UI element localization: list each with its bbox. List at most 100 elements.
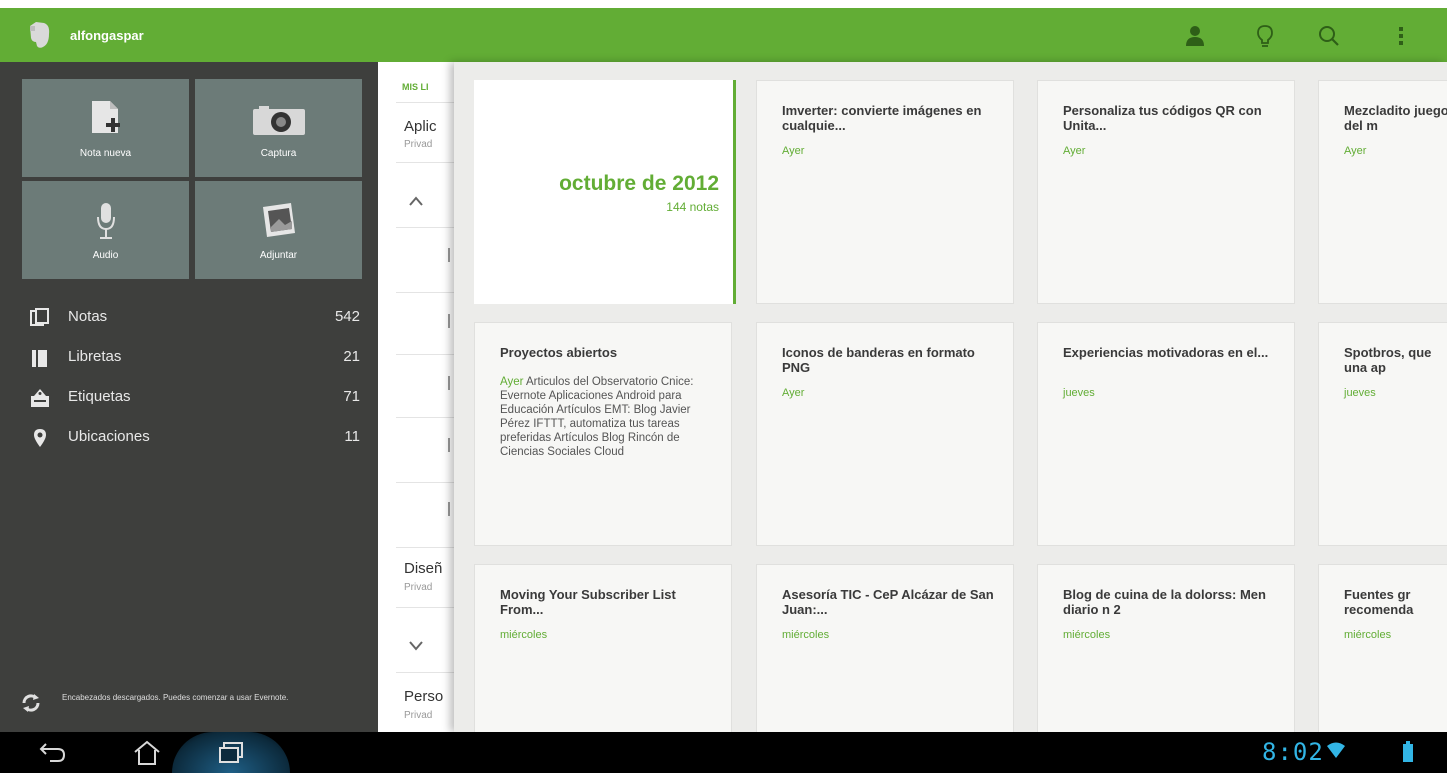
- notebook-title: Perso: [404, 688, 444, 705]
- note-date: Ayer: [782, 145, 805, 157]
- note-date: Ayer: [1063, 145, 1086, 157]
- notes-panel: octubre de 2012 144 notas Imverter: conv…: [454, 62, 1447, 732]
- lightbulb-icon[interactable]: [1250, 21, 1280, 51]
- month-note-count: 144 notas: [666, 200, 719, 214]
- back-icon[interactable]: [38, 740, 68, 766]
- chevron-up-icon[interactable]: [408, 194, 424, 206]
- note-card[interactable]: Personaliza tus códigos QR con Unita... …: [1037, 80, 1295, 304]
- note-card[interactable]: Imverter: convierte imágenes en cualquie…: [756, 80, 1014, 304]
- app-bar: alfongaspar: [0, 0, 1447, 62]
- note-date: miércoles: [782, 629, 830, 641]
- note-card[interactable]: Mezcladito juego del m Ayer: [1318, 80, 1447, 304]
- note-date: Ayer: [1344, 145, 1367, 157]
- notebook-subtitle: Privad: [404, 582, 433, 593]
- note-title: Fuentes gr recomenda: [1344, 587, 1414, 617]
- note-date: miércoles: [1063, 629, 1111, 641]
- note-card[interactable]: Blog de cuina de la dolorss: Men diario …: [1037, 564, 1295, 732]
- divider: [396, 482, 454, 483]
- note-title: Mezcladito juego del m: [1344, 103, 1447, 133]
- audio-label: Audio: [92, 250, 119, 261]
- notebook-title: Aplic: [404, 118, 437, 135]
- note-title: Blog de cuina de la dolorss: Men diario …: [1063, 587, 1266, 617]
- note-card[interactable]: Experiencias motivadoras en el... jueves: [1037, 322, 1295, 546]
- note-card[interactable]: Fuentes gr recomenda miércoles: [1318, 564, 1447, 732]
- home-icon[interactable]: [132, 740, 162, 766]
- notebooks-header: MIS LI: [402, 82, 429, 92]
- divider: [396, 354, 454, 355]
- nav-label-notes: Notas: [68, 308, 108, 325]
- notebook-subtitle: Privad: [404, 139, 433, 150]
- attach-label: Adjuntar: [259, 250, 298, 261]
- note-title: Proyectos abiertos: [500, 345, 618, 360]
- note-date: jueves: [1063, 387, 1095, 399]
- location-pin-icon: [30, 428, 50, 448]
- note-title: Spotbros, que una ap: [1344, 345, 1432, 375]
- audio-note-button[interactable]: Audio: [22, 181, 189, 279]
- note-snippet: Ayer Articulos del Observatorio Cnice: E…: [500, 375, 705, 459]
- nav-count-locations: 11: [344, 428, 360, 445]
- new-note-label: Nota nueva: [79, 148, 132, 159]
- nav-item-tags[interactable]: Etiquetas 71: [30, 384, 360, 414]
- search-icon[interactable]: [1314, 21, 1344, 51]
- scroll-marker: [448, 502, 450, 516]
- nav-item-locations[interactable]: Ubicaciones 11: [30, 424, 360, 454]
- nav-item-notes[interactable]: Notas 542: [30, 304, 360, 334]
- scroll-marker: [448, 248, 450, 262]
- attach-icon: [259, 201, 299, 242]
- overflow-menu-icon[interactable]: [1386, 21, 1416, 51]
- scroll-marker: [448, 438, 450, 452]
- divider: [396, 227, 454, 228]
- nav-item-notebooks[interactable]: Libretas 21: [30, 344, 360, 374]
- note-card[interactable]: Proyectos abiertos Ayer Articulos del Ob…: [474, 322, 732, 546]
- scroll-marker: [448, 376, 450, 390]
- notes-icon: [30, 308, 50, 328]
- notebooks-list: MIS LI Aplic Privad Diseñ Privad Perso P…: [378, 62, 454, 732]
- camera-icon: [251, 105, 307, 140]
- evernote-elephant-icon[interactable]: [26, 20, 52, 50]
- note-title: Iconos de banderas en formato PNG: [782, 345, 975, 375]
- new-note-button[interactable]: Nota nueva: [22, 79, 189, 177]
- wifi-icon: [1326, 742, 1356, 768]
- nav-label-tags: Etiquetas: [68, 388, 131, 405]
- account-icon[interactable]: [1180, 21, 1210, 51]
- divider: [396, 547, 454, 548]
- scroll-marker: [448, 314, 450, 328]
- sidebar: Nota nueva Captura Audio Adjuntar Notas …: [0, 62, 378, 732]
- nav-count-tags: 71: [343, 388, 360, 405]
- nav-label-locations: Ubicaciones: [68, 428, 150, 445]
- battery-icon: [1402, 741, 1432, 767]
- account-name[interactable]: alfongaspar: [70, 28, 144, 43]
- system-navigation-bar: 8:02: [0, 732, 1447, 773]
- note-date: jueves: [1344, 387, 1376, 399]
- note-date: Ayer: [500, 376, 524, 388]
- note-title: Asesoría TIC - CeP Alcázar de San Juan:.…: [782, 587, 994, 617]
- camera-capture-button[interactable]: Captura: [195, 79, 362, 177]
- nav-count-notebooks: 21: [343, 348, 360, 365]
- month-group-header[interactable]: octubre de 2012 144 notas: [474, 80, 736, 304]
- attach-button[interactable]: Adjuntar: [195, 181, 362, 279]
- note-card[interactable]: Asesoría TIC - CeP Alcázar de San Juan:.…: [756, 564, 1014, 732]
- chevron-down-icon[interactable]: [408, 638, 424, 651]
- note-card[interactable]: Spotbros, que una ap jueves: [1318, 322, 1447, 546]
- sync-status-text: Encabezados descargados. Puedes comenzar…: [62, 693, 289, 702]
- sync-icon[interactable]: [20, 692, 42, 714]
- note-snippet-text: Articulos del Observatorio Cnice: Everno…: [500, 376, 694, 458]
- note-title: Moving Your Subscriber List From...: [500, 587, 676, 617]
- divider: [396, 672, 454, 673]
- tag-icon: [30, 388, 50, 408]
- note-date: Ayer: [782, 387, 805, 399]
- note-card[interactable]: Iconos de banderas en formato PNG Ayer: [756, 322, 1014, 546]
- note-card[interactable]: Moving Your Subscriber List From... miér…: [474, 564, 732, 732]
- microphone-icon: [96, 201, 116, 244]
- divider: [396, 162, 454, 163]
- recent-apps-icon[interactable]: [216, 740, 246, 766]
- note-date: miércoles: [500, 629, 548, 641]
- notebook-title: Diseñ: [404, 560, 443, 577]
- note-title: Experiencias motivadoras en el...: [1063, 345, 1269, 360]
- divider: [396, 102, 454, 103]
- note-date: miércoles: [1344, 629, 1392, 641]
- month-name: octubre de 2012: [559, 172, 719, 195]
- clock: 8:02: [1262, 738, 1324, 766]
- note-title: Personaliza tus códigos QR con Unita...: [1063, 103, 1262, 133]
- camera-label: Captura: [260, 148, 297, 159]
